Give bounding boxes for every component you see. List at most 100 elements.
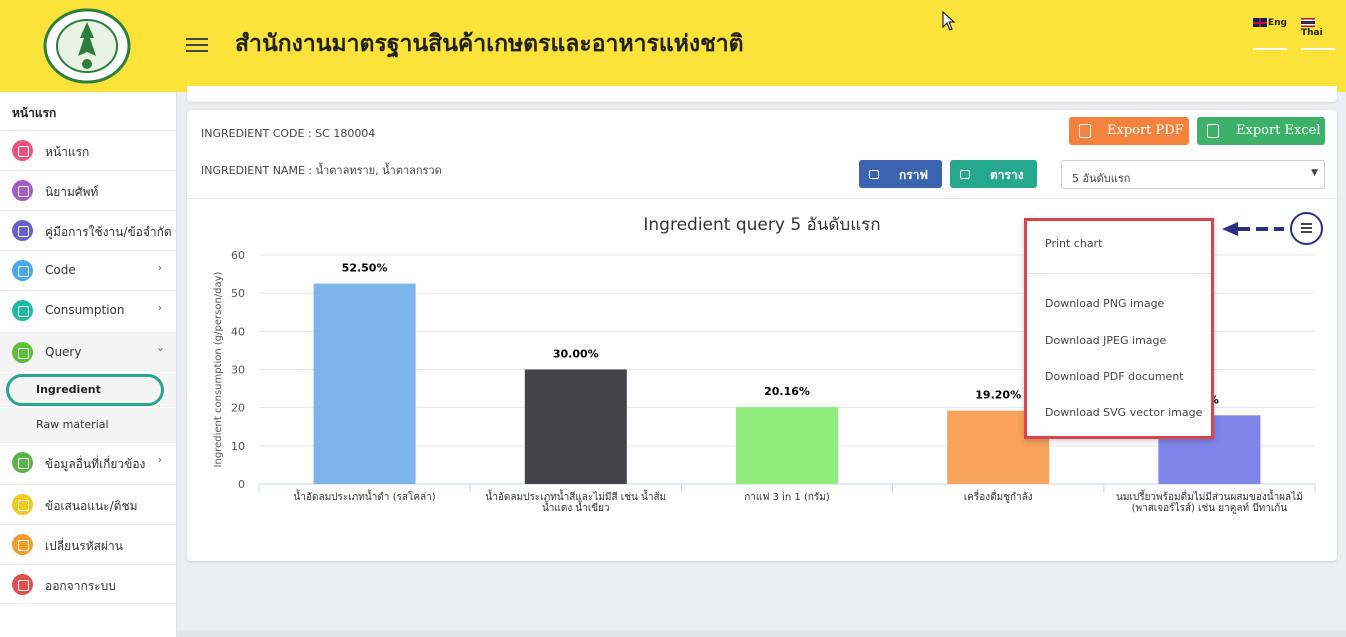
sidebar-item-label: Consumption xyxy=(45,303,125,317)
graph-view-button[interactable]: กราฟ xyxy=(859,160,942,188)
sidebar-item-label: ออกจากระบบ xyxy=(45,579,116,593)
chart-icon xyxy=(869,170,879,179)
top-card xyxy=(187,86,1337,102)
sidebar-item-label: นิยามศัพท์ xyxy=(45,185,99,199)
export-pdf-label: Export PDF xyxy=(1107,123,1184,138)
bar xyxy=(524,369,627,484)
chevron-right-icon: › xyxy=(157,301,162,314)
sidebar-item-label: Query xyxy=(45,345,82,359)
select-value: 5 อันดับแรก xyxy=(1072,172,1131,185)
bulb-icon xyxy=(12,180,33,201)
dropdown-arrow-icon: ▼ xyxy=(1311,168,1318,178)
sidebar-item-logout[interactable]: ออกจากระบบ xyxy=(0,564,176,604)
uk-flag-icon xyxy=(1253,18,1267,27)
dashed-arrow-annotation xyxy=(1222,222,1284,236)
ingredient-code: INGREDIENT CODE : SC 180004 xyxy=(201,127,376,140)
book-icon xyxy=(12,220,33,241)
bar xyxy=(736,407,838,484)
y-tick-label: 20 xyxy=(231,402,245,415)
thai-flag-icon xyxy=(1301,18,1315,27)
sidebar-item-manual[interactable]: คู่มือการใช้งาน/ข้อจำกัด xyxy=(0,210,176,250)
x-tick-label: (พาสเจอร์ไรส์) เช่น ยาคูลท์ บีทาเก้น xyxy=(1132,502,1288,514)
menu-item-print-chart[interactable]: Print chart xyxy=(1045,237,1102,250)
x-tick-label: น้ำอัดลมประเภทน้ำดำ (รสโคล่า) xyxy=(294,489,436,503)
chart-title: Ingredient query 5 อันดับแรก xyxy=(643,215,880,235)
data-label: 20.16% xyxy=(764,385,810,398)
chart-export-menu: Print chart Download PNG image Download … xyxy=(1024,218,1214,439)
table-button-label: ตาราง xyxy=(990,168,1024,182)
x-tick-label: น้ำอัดลมประเภทน้ำสีและไม่มีสี เช่น น้ำส้… xyxy=(485,489,666,503)
y-axis-label: Ingredient consumption (g/person/day) xyxy=(213,271,224,467)
sidebar: หน้าแรก หน้าแรก นิยามศัพท์ คู่มือการใช้ง… xyxy=(0,92,177,637)
export-excel-button[interactable]: Export Excel xyxy=(1197,117,1325,145)
sidebar-subitem-raw-material[interactable]: Raw material xyxy=(0,408,176,442)
sidebar-item-related-info[interactable]: ข้อมูลอื่นที่เกี่ยวข้อง › xyxy=(0,442,176,482)
database-icon xyxy=(12,452,33,473)
wand-icon xyxy=(12,260,33,281)
bar xyxy=(313,283,416,484)
sidebar-item-home[interactable]: หน้าแรก xyxy=(0,130,176,170)
highlight-ring xyxy=(6,374,164,406)
menu-item-download-jpeg[interactable]: Download JPEG image xyxy=(1045,334,1166,347)
sidebar-item-query[interactable]: Query ‹ xyxy=(0,332,176,372)
sidebar-item-feedback[interactable]: ข้อเสนอแนะ/ติชม xyxy=(0,484,176,524)
mouse-cursor-icon xyxy=(942,11,956,31)
menu-toggle-button[interactable] xyxy=(186,38,208,54)
menu-item-download-pdf[interactable]: Download PDF document xyxy=(1045,370,1184,383)
sidebar-item-consumption[interactable]: Consumption › xyxy=(0,290,176,330)
app-header: สำนักงานมาตรฐานสินค้าเกษตรและอาหารแห่งชา… xyxy=(0,0,1346,92)
lang-th-label: Thai xyxy=(1301,28,1323,38)
export-pdf-button[interactable]: Export PDF xyxy=(1069,117,1189,145)
y-tick-label: 60 xyxy=(231,249,245,262)
chevron-right-icon: › xyxy=(157,261,162,274)
lang-en-button[interactable]: Eng xyxy=(1253,18,1287,50)
ingredient-name: INGREDIENT NAME : น้ำตาลทราย, น้ำตาลกรวด xyxy=(201,164,442,177)
list-icon xyxy=(12,300,33,321)
sidebar-subitem-label: Raw material xyxy=(36,418,109,431)
chevron-down-icon: ‹ xyxy=(153,347,167,352)
export-excel-label: Export Excel xyxy=(1236,123,1321,138)
sidebar-item-label: ข้อมูลอื่นที่เกี่ยวข้อง xyxy=(45,457,146,471)
data-label: 19.20% xyxy=(975,389,1021,402)
table-icon xyxy=(960,170,970,179)
y-tick-label: 50 xyxy=(231,287,245,300)
sidebar-item-code[interactable]: Code › xyxy=(0,250,176,290)
x-tick-label: น้ำแดง น้ำเขียว xyxy=(542,500,610,514)
chevron-right-icon: › xyxy=(157,453,162,466)
note-icon xyxy=(12,494,33,515)
x-tick-label: เครื่องดื่มชูกำลัง xyxy=(964,489,1033,503)
pdf-file-icon xyxy=(1079,124,1091,138)
sidebar-item-label: Code xyxy=(45,263,76,277)
sidebar-item-change-password[interactable]: เปลี่ยนรหัสผ่าน xyxy=(0,524,176,564)
data-label: 52.50% xyxy=(342,262,388,275)
x-tick-label: กาแฟ 3 in 1 (กรัม) xyxy=(744,492,830,503)
graph-button-label: กราฟ xyxy=(899,168,928,182)
lang-th-button[interactable]: Thai xyxy=(1301,18,1335,50)
lang-en-label: Eng xyxy=(1268,18,1287,28)
sidebar-item-label: คู่มือการใช้งาน/ข้อจำกัด xyxy=(45,225,172,239)
top-n-select[interactable]: 5 อันดับแรก ▼ xyxy=(1061,160,1325,189)
x-tick-label: นมเปรี้ยวพร้อมดื่มไม่มีส่วนผสมของน้ำผลไม… xyxy=(1116,489,1303,503)
sidebar-item-label: หน้าแรก xyxy=(45,145,90,159)
menu-item-download-png[interactable]: Download PNG image xyxy=(1045,297,1164,310)
sidebar-item-label: ข้อเสนอแนะ/ติชม xyxy=(45,499,138,513)
menu-item-download-svg[interactable]: Download SVG vector image xyxy=(1045,406,1202,419)
home-icon xyxy=(12,140,33,161)
data-label: 30.00% xyxy=(553,348,599,361)
y-tick-label: 0 xyxy=(238,478,245,491)
y-tick-label: 40 xyxy=(231,325,245,338)
chart-context-menu-button[interactable] xyxy=(1290,212,1323,245)
sidebar-item-label: เปลี่ยนรหัสผ่าน xyxy=(45,539,123,553)
gear-icon xyxy=(12,534,33,555)
sidebar-section-title: หน้าแรก xyxy=(12,106,57,120)
power-icon xyxy=(12,574,33,595)
table-view-button[interactable]: ตาราง xyxy=(950,160,1037,188)
agency-logo xyxy=(43,8,131,84)
y-tick-label: 10 xyxy=(231,440,245,453)
sidebar-item-glossary[interactable]: นิยามศัพท์ xyxy=(0,170,176,210)
y-tick-label: 30 xyxy=(231,364,245,377)
site-title: สำนักงานมาตรฐานสินค้าเกษตรและอาหารแห่งชา… xyxy=(235,31,744,57)
excel-file-icon xyxy=(1207,124,1219,138)
sidebar-subitem-ingredient[interactable]: Ingredient xyxy=(0,373,176,407)
file-icon xyxy=(12,342,33,363)
